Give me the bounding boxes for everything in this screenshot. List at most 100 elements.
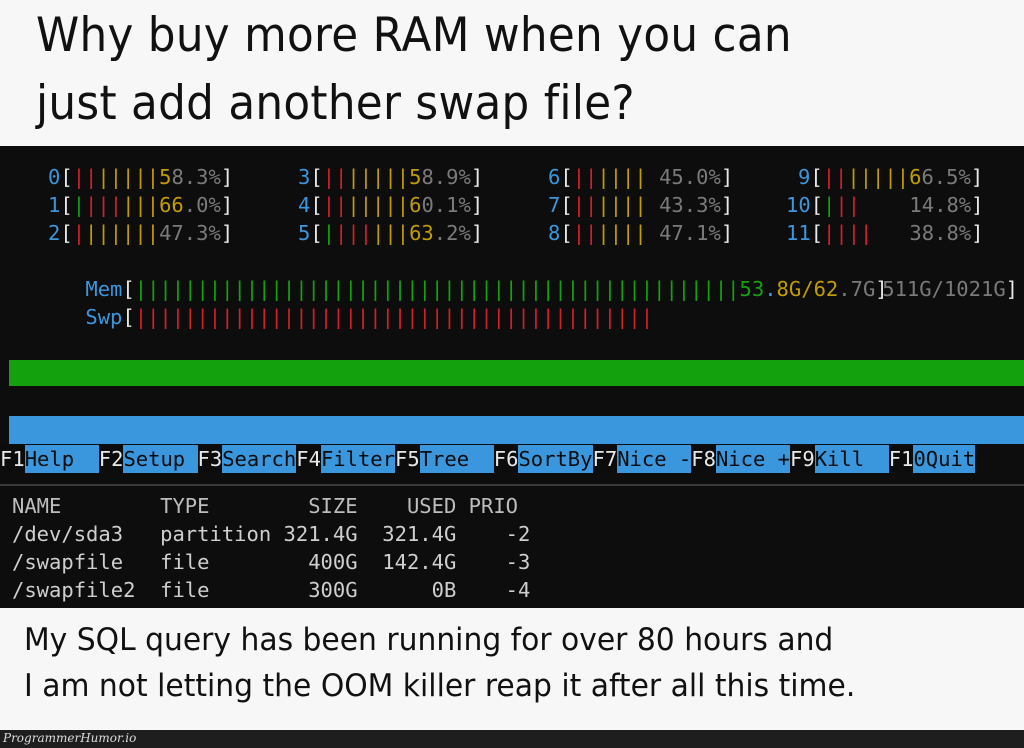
process-row-selected[interactable]: 2678 user 20 0 6857M 319M 156M S 0.0 0.5… (9, 416, 1024, 470)
cpu-label: 6 (548, 165, 561, 189)
fkey-f1[interactable]: F1 (0, 445, 25, 473)
fkey-f9[interactable]: F9 (790, 445, 815, 473)
top-caption-line-1: Why buy more RAM when you can (36, 8, 792, 63)
fkey-f7[interactable]: F7 (592, 445, 618, 473)
bracket-close: ] (220, 193, 234, 217)
fkey-f1[interactable]: F1 (888, 445, 914, 473)
fkey-label-tree[interactable]: Tree (419, 445, 494, 473)
bottom-caption: My SQL query has been running for over 8… (0, 608, 1024, 730)
swapon-rows: /dev/sda3 partition 321.4G 321.4G -2/swa… (12, 520, 530, 604)
fkey-label-help[interactable]: Help (24, 445, 99, 473)
bracket-close: ] (720, 165, 734, 189)
cpu-value: .0% (183, 193, 221, 217)
swapon-row: /swapfile file 400G 142.4G -3 (12, 550, 531, 574)
cpu-bar-segment: |||| (597, 165, 647, 189)
cpu-label: 2 (48, 221, 61, 245)
cpu-value: 38.8% (884, 221, 972, 245)
cpu-meter-6: 6[|||||| 45.0%] (548, 163, 733, 191)
separator (0, 484, 1024, 486)
terminal-window: 0[|||||||58.3%] 1[|||||||66.0%] 2[|||||||4… (0, 146, 1024, 608)
fkey-label-nice-[interactable]: Nice + (715, 445, 790, 473)
bracket-open: [ (60, 221, 73, 245)
cpu-meter-3: 3[|||||||58.9%] (298, 163, 483, 191)
bracket-close: ] (470, 193, 484, 217)
fkey-label-sortby[interactable]: SortBy (518, 445, 593, 473)
bracket-close: ] (720, 193, 734, 217)
top-caption-line-2: just add another swap file? (36, 76, 635, 131)
cpu-bar-segment: || (572, 165, 598, 189)
cpu-meter-9: 9[|||||||66.5%] (798, 163, 983, 191)
cpu-label: 10 (786, 193, 811, 217)
cpu-meter-0: 0[|||||||58.3%] (48, 163, 233, 191)
cpu-value: 8.9% (421, 165, 471, 189)
cpu-label: 8 (548, 221, 561, 245)
swp-label: Swp (85, 305, 123, 329)
bracket-close: ] (220, 221, 234, 245)
cpu-value-hi: 63 (409, 221, 434, 245)
cpu-bar-segment: |||||| (85, 221, 160, 245)
cpu-value: 47.1% (646, 221, 721, 245)
bracket-open: [ (810, 193, 824, 217)
fkey-label-setup[interactable]: Setup (123, 445, 198, 473)
cpu-meter-4: 4[|||||||60.1%] (298, 191, 483, 219)
fkey-f6[interactable]: F6 (493, 445, 519, 473)
fkey-label-search[interactable]: Search (222, 445, 297, 473)
cpu-bar-segment: || (322, 165, 348, 189)
footer: ProgrammerHumor.io (0, 730, 1024, 748)
fkey-label-0quit[interactable]: 0Quit (913, 445, 976, 473)
fkey-f4[interactable]: F4 (296, 445, 321, 473)
cpu-bar-segment: ||||| (847, 165, 910, 189)
bracket-open: [ (560, 193, 573, 217)
swapon-row: /swapfile2 file 300G 0B -4 (12, 578, 531, 602)
cpu-bar-segment: || (572, 193, 598, 217)
cpu-meter-5: 5[|||||||63.2%] (298, 219, 483, 247)
cpu-meter-7: 7[|||||| 43.3%] (548, 191, 733, 219)
cpu-value: 14.8% (860, 193, 972, 217)
bracket-close: ] (970, 165, 984, 189)
cpu-label: 1 (48, 193, 61, 217)
fkey-label-filter[interactable]: Filter (320, 445, 395, 473)
watermark: ProgrammerHumor.io (3, 731, 137, 745)
cpu-value-hi: 6 (909, 165, 922, 189)
cpu-bar-segment: || (572, 221, 598, 245)
cpu-value-hi: 5 (409, 165, 422, 189)
cpu-value: 6.5% (921, 165, 971, 189)
cpu-bar-segment: ||||| (347, 193, 410, 217)
process-table-header: PID USER PRI NI VIRT RES SHR S CPU% MEM%… (9, 360, 1024, 411)
cpu-bar-segment: || (822, 165, 848, 189)
bottom-caption-line-1: My SQL query has been running for over 8… (24, 622, 834, 658)
cpu-bar-segment: ||| (122, 193, 160, 217)
fkey-f3[interactable]: F3 (197, 445, 223, 473)
fkey-label-kill[interactable]: Kill (814, 445, 889, 473)
swapon-header: NAME TYPE SIZE USED PRIO (12, 494, 519, 518)
cpu-bar-segment: | (322, 221, 336, 245)
cpu-value-hi: 66 (159, 193, 184, 217)
bottom-caption-line-2: I am not letting the OOM killer reap it … (24, 668, 856, 704)
bracket-open: [ (60, 193, 73, 217)
cpu-label: 4 (298, 193, 311, 217)
bracket-close: ] (971, 221, 984, 245)
process-row[interactable]: 3921466 postgres 30 10 862G 18.7G 29388 … (0, 386, 1024, 440)
cpu-meter-8: 8[|||||| 47.1%] (548, 219, 733, 247)
top-caption: Why buy more RAM when you can just add a… (0, 0, 1024, 146)
fkey-f2[interactable]: F2 (98, 445, 124, 473)
cpu-value-hi: 6 (409, 193, 422, 217)
bracket-close: ] (971, 193, 984, 217)
fkey-label-nice-[interactable]: Nice - (617, 445, 692, 473)
swp-value: 511G/1021G] (882, 275, 1018, 303)
swapon-table: NAME TYPE SIZE USED PRIO /dev/sda3 parti… (12, 492, 530, 604)
fkey-f5[interactable]: F5 (395, 445, 420, 473)
cpu-value: 43.3% (646, 193, 721, 217)
bracket-close: ] (470, 221, 484, 245)
bracket-close: ] (220, 165, 234, 189)
function-key-bar: F1Help F2Setup F3SearchF4FilterF5Tree F6… (0, 445, 1015, 473)
swp-bar: ||||||||||||||||||||||||||||||||||||||||… (134, 305, 654, 329)
mem-meter: Mem[||||||||||||||||||||||||||||||||||||… (36, 247, 887, 301)
cpu-bar-segment: ||| (335, 221, 373, 245)
cpu-value: 45.0% (646, 165, 721, 189)
cpu-value-hi: 5 (159, 165, 172, 189)
cpu-meter-1: 1[|||||||66.0%] (48, 191, 233, 219)
cpu-value: 0.1% (421, 193, 471, 217)
bracket-open: [ (310, 165, 323, 189)
fkey-f8[interactable]: F8 (691, 445, 716, 473)
